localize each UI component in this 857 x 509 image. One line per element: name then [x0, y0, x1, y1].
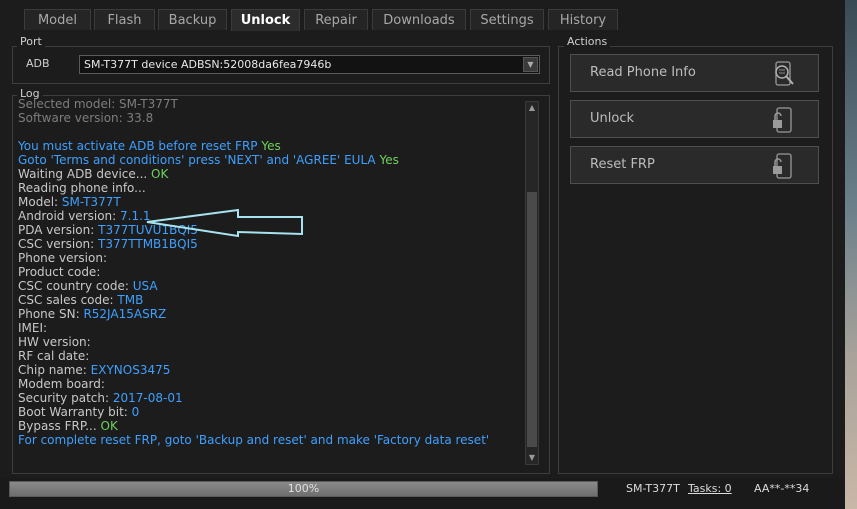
- adb-label: ADB: [26, 57, 50, 70]
- reset-frp-label: Reset FRP: [590, 157, 655, 172]
- tab-flash[interactable]: Flash: [94, 9, 155, 30]
- scroll-down-icon[interactable]: ▼: [526, 452, 538, 464]
- log-value: OK: [100, 419, 118, 433]
- log-line: Waiting ADB device... OK: [18, 167, 524, 181]
- log-line: Reading phone info...: [18, 181, 524, 195]
- log-text: Goto 'Terms and conditions' press 'NEXT'…: [18, 153, 376, 167]
- log-value: Yes: [261, 139, 281, 153]
- log-text: HW version:: [18, 335, 91, 349]
- tab-settings[interactable]: Settings: [470, 9, 544, 30]
- log-line: Chip name: EXYNOS3475: [18, 363, 524, 377]
- log-line: Goto 'Terms and conditions' press 'NEXT'…: [18, 153, 524, 167]
- log-value: Yes: [379, 153, 399, 167]
- log-value: 0: [131, 405, 140, 419]
- log-text: Model:: [18, 195, 59, 209]
- log-text: RF cal date:: [18, 349, 90, 363]
- adb-device-select[interactable]: SM-T377T device ADBSN:52008da6fea7946b ▼: [79, 55, 540, 74]
- log-text: IMEI:: [18, 321, 48, 335]
- unlock-button[interactable]: Unlock: [570, 100, 819, 138]
- scroll-up-icon[interactable]: ▲: [526, 102, 538, 114]
- phone-search-icon: [775, 61, 794, 86]
- log-text: Boot Warranty bit:: [18, 405, 128, 419]
- phone-unlock-icon: [773, 107, 792, 133]
- log-line: Boot Warranty bit: 0: [18, 405, 524, 419]
- log-line: CSC country code: USA: [18, 279, 524, 293]
- desktop-background: [845, 0, 857, 509]
- log-line: Product code:: [18, 265, 524, 279]
- log-value: USA: [132, 279, 158, 293]
- tab-model[interactable]: Model: [24, 9, 91, 30]
- status-serial: AA**-**34: [754, 482, 810, 495]
- log-value: TMB: [117, 293, 144, 307]
- app-window: Model Flash Backup Unlock Repair Downloa…: [0, 0, 845, 509]
- log-line: Software version: 33.8: [18, 111, 524, 125]
- scroll-thumb[interactable]: [527, 192, 537, 447]
- log-text: Phone version:: [18, 251, 107, 265]
- tab-history[interactable]: History: [548, 9, 618, 30]
- log-line: CSC version: T377TTMB1BQI5: [18, 237, 524, 251]
- adb-device-value: SM-T377T device ADBSN:52008da6fea7946b: [84, 58, 332, 71]
- log-line: [18, 125, 524, 139]
- log-text: CSC version:: [18, 237, 95, 251]
- chevron-down-icon[interactable]: ▼: [523, 57, 538, 72]
- status-model: SM-T377T: [626, 482, 680, 495]
- read-phone-info-button[interactable]: Read Phone Info: [570, 54, 819, 92]
- log-text: Modem board:: [18, 377, 105, 391]
- phone-unlock-icon: [773, 153, 792, 179]
- log-text: Reading phone info...: [18, 181, 146, 195]
- log-value: T377TTMB1BQI5: [98, 237, 198, 251]
- log-line: Selected model: SM-T377T: [18, 97, 524, 111]
- log-text: For complete reset FRP, goto 'Backup and…: [18, 433, 490, 447]
- log-text: Product code:: [18, 265, 101, 279]
- log-line: IMEI:: [18, 321, 524, 335]
- log-line: Security patch: 2017-08-01: [18, 391, 524, 405]
- log-text: Chip name:: [18, 363, 87, 377]
- log-line: RF cal date:: [18, 349, 524, 363]
- log-line: Bypass FRP... OK: [18, 419, 524, 433]
- log-line: CSC sales code: TMB: [18, 293, 524, 307]
- log-value: EXYNOS3475: [90, 363, 171, 377]
- log-text: Android version:: [18, 209, 117, 223]
- actions-group-label: Actions: [564, 35, 611, 48]
- tab-repair[interactable]: Repair: [304, 9, 368, 30]
- progress-text: 100%: [287, 482, 320, 495]
- reset-frp-button[interactable]: Reset FRP: [570, 146, 819, 184]
- log-line: For complete reset FRP, goto 'Backup and…: [18, 433, 524, 447]
- log-text: Bypass FRP...: [18, 419, 97, 433]
- log-value: OK: [151, 167, 169, 181]
- log-line: Phone SN: R52JA15ASRZ: [18, 307, 524, 321]
- progress-bar: 100%: [9, 481, 598, 497]
- log-line: HW version:: [18, 335, 524, 349]
- tab-unlock[interactable]: Unlock: [231, 9, 300, 31]
- log-value: R52JA15ASRZ: [83, 307, 167, 321]
- tasks-link[interactable]: Tasks: 0: [688, 482, 732, 495]
- tab-downloads[interactable]: Downloads: [372, 9, 466, 30]
- log-text: You must activate ADB before reset FRP: [18, 139, 258, 153]
- log-text: PDA version:: [18, 223, 95, 237]
- log-line: Phone version:: [18, 251, 524, 265]
- log-text: Phone SN:: [18, 307, 80, 321]
- tab-backup[interactable]: Backup: [158, 9, 227, 30]
- log-value: SM-T377T: [61, 195, 121, 209]
- annotation-arrow: [146, 208, 303, 238]
- read-phone-info-label: Read Phone Info: [590, 65, 696, 80]
- log-line: Modem board:: [18, 377, 524, 391]
- log-line: You must activate ADB before reset FRP Y…: [18, 139, 524, 153]
- log-text: Software version: 33.8: [18, 111, 154, 125]
- log-value: 2017-08-01: [112, 391, 183, 405]
- log-text: CSC country code:: [18, 279, 129, 293]
- log-scrollbar[interactable]: ▲ ▼: [525, 101, 539, 465]
- log-text: Security patch:: [18, 391, 110, 405]
- unlock-label: Unlock: [590, 111, 634, 126]
- log-text: CSC sales code:: [18, 293, 114, 307]
- log-text: Selected model: SM-T377T: [18, 97, 178, 111]
- port-group-label: Port: [17, 35, 45, 48]
- log-text: Waiting ADB device...: [18, 167, 148, 181]
- log-output: Selected model: SM-T377T Software version…: [18, 97, 524, 465]
